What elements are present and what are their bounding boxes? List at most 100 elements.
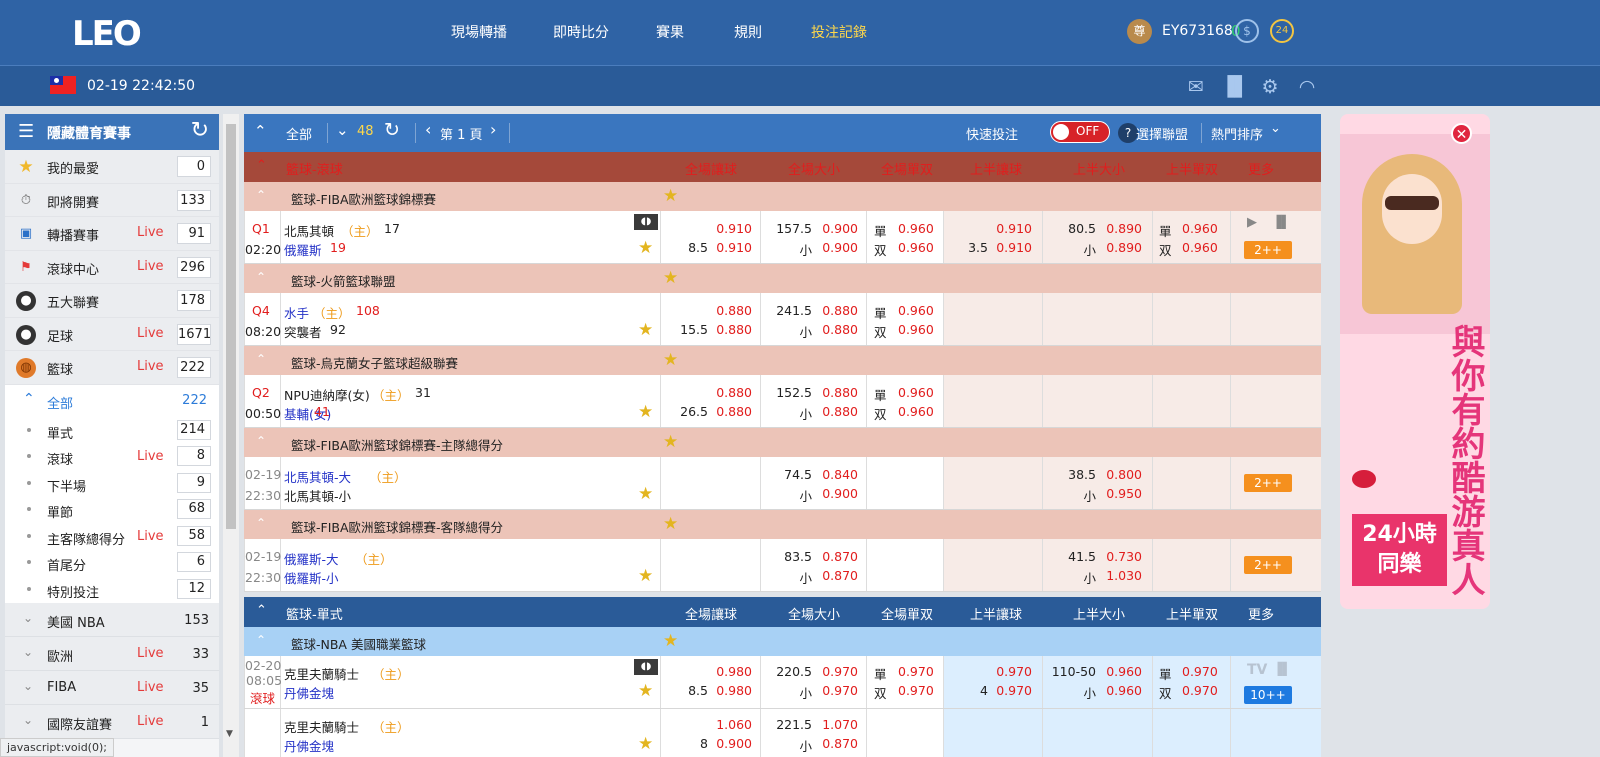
nav-live-score[interactable]: 即時比分: [553, 22, 609, 42]
odds-value[interactable]: 1.070: [822, 717, 858, 732]
odds-value[interactable]: 0.880: [822, 385, 858, 400]
odds-value[interactable]: 0.960: [898, 221, 934, 236]
mail-icon[interactable]: ✉: [1183, 74, 1209, 100]
odds-value[interactable]: 0.890: [1106, 221, 1142, 236]
favorite-star-icon[interactable]: ★: [663, 351, 681, 369]
prev-page-icon[interactable]: ‹: [425, 120, 431, 139]
odds-value[interactable]: 0.960: [898, 404, 934, 419]
sidebar-item-favorites[interactable]: ★ 我的最愛 0: [5, 150, 219, 184]
odds-value[interactable]: 0.900: [822, 221, 858, 236]
collapse-icon[interactable]: ⌃: [256, 434, 266, 448]
favorite-star-icon[interactable]: ★: [663, 433, 681, 451]
odds-value[interactable]: 0.970: [822, 683, 858, 698]
sidebar-sub-item[interactable]: 主客隊總得分 Live 58: [5, 522, 219, 550]
scrollbar[interactable]: ▼: [223, 114, 239, 757]
odds-value[interactable]: 0.970: [1182, 683, 1218, 698]
promo-banner[interactable]: 與你有約酷游真人 24小時 同樂: [1340, 114, 1490, 609]
odds-value[interactable]: 0.970: [822, 664, 858, 679]
odds-value[interactable]: 0.970: [1182, 664, 1218, 679]
league-header[interactable]: ⌃ 籃球-火箭籃球聯盟 ★: [244, 264, 1321, 293]
odds-value[interactable]: 0.880: [716, 322, 752, 337]
odds-value[interactable]: 0.960: [1182, 221, 1218, 236]
support-24-icon[interactable]: 24: [1270, 19, 1294, 43]
currency-icon[interactable]: $: [1235, 19, 1259, 43]
refresh-icon[interactable]: ↻: [384, 119, 400, 141]
sidebar-group-nba[interactable]: ⌄ 美國 NBA 153: [5, 602, 219, 637]
odds-value[interactable]: 0.900: [822, 240, 858, 255]
sidebar-sub-item[interactable]: 特別投注 12: [5, 576, 219, 603]
sidebar-sub-item[interactable]: 首尾分 6: [5, 549, 219, 577]
menu-icon[interactable]: ☰: [18, 121, 34, 142]
sidebar-item-top-leagues[interactable]: ● 五大聯賽 178: [5, 284, 219, 318]
favorite-star-icon[interactable]: ★: [638, 239, 656, 257]
nav-rules[interactable]: 規則: [734, 22, 762, 42]
collapse-icon[interactable]: ⌃: [256, 603, 267, 618]
sidebar-sub-item[interactable]: 滾球 Live 8: [5, 443, 219, 470]
stats-icon[interactable]: ▐▌: [1273, 662, 1291, 676]
more-bets-button[interactable]: 2++: [1244, 474, 1292, 492]
favorite-star-icon[interactable]: ★: [663, 187, 681, 205]
odds-value[interactable]: 0.970: [996, 683, 1032, 698]
odds-value[interactable]: 0.980: [716, 664, 752, 679]
close-icon[interactable]: ✕: [1451, 123, 1472, 144]
sidebar-sub-all[interactable]: ⌃ 全部 222: [5, 384, 219, 417]
odds-value[interactable]: 0.900: [716, 736, 752, 751]
odds-value[interactable]: 0.960: [898, 322, 934, 337]
sidebar-group-europe[interactable]: ⌄ 歐洲 Live 33: [5, 636, 219, 671]
play-icon[interactable]: ▶: [1247, 215, 1257, 230]
collapse-icon[interactable]: ⌃: [256, 633, 266, 647]
odds-value[interactable]: 0.730: [1106, 549, 1142, 564]
odds-value[interactable]: 0.970: [996, 664, 1032, 679]
odds-value[interactable]: 1.060: [716, 717, 752, 732]
league-header[interactable]: ⌃ 籃球-烏克蘭女子籃球超級聯賽 ★: [244, 346, 1321, 375]
favorite-star-icon[interactable]: ★: [663, 269, 681, 287]
odds-value[interactable]: 0.880: [822, 404, 858, 419]
odds-value[interactable]: 0.870: [822, 736, 858, 751]
odds-value[interactable]: 0.880: [716, 404, 752, 419]
odds-value[interactable]: 0.870: [822, 568, 858, 583]
collapse-icon[interactable]: ⌃: [256, 516, 266, 530]
gear-icon[interactable]: ⚙: [1257, 74, 1283, 100]
sidebar-item-inplay[interactable]: ⚑ 滾球中心 Live 296: [5, 250, 219, 284]
league-header[interactable]: ⌃ 籃球-FIBA歐洲籃球錦標賽 ★: [244, 182, 1321, 211]
collapse-icon[interactable]: ⌃: [256, 352, 266, 366]
sidebar-item-upcoming[interactable]: ⏱ 即將開賽 133: [5, 183, 219, 217]
scroll-down-icon[interactable]: ▼: [226, 729, 233, 739]
next-page-icon[interactable]: ›: [490, 120, 496, 139]
sidebar-title[interactable]: 隱藏體育賽事: [47, 123, 131, 143]
odds-value[interactable]: 0.960: [898, 303, 934, 318]
odds-value[interactable]: 0.880: [822, 303, 858, 318]
tv-icon[interactable]: TV: [1247, 662, 1267, 678]
odds-value[interactable]: 1.030: [1106, 568, 1142, 583]
logo[interactable]: LEO: [72, 14, 142, 54]
favorite-star-icon[interactable]: ★: [638, 567, 656, 585]
odds-value[interactable]: 0.960: [898, 385, 934, 400]
odds-value[interactable]: 0.910: [996, 221, 1032, 236]
odds-value[interactable]: 0.840: [822, 467, 858, 482]
favorite-star-icon[interactable]: ★: [663, 515, 681, 533]
odds-value[interactable]: 0.960: [1106, 664, 1142, 679]
collapse-all-icon[interactable]: ⌃: [254, 122, 267, 140]
sort-dropdown[interactable]: 熱門排序: [1211, 124, 1263, 143]
odds-value[interactable]: 0.880: [822, 322, 858, 337]
odds-value[interactable]: 0.960: [1106, 683, 1142, 698]
expand-icon[interactable]: ⌄: [336, 121, 349, 139]
favorite-star-icon[interactable]: ★: [638, 682, 656, 700]
select-league-button[interactable]: 選擇聯盟: [1136, 124, 1188, 143]
taiwan-flag-icon[interactable]: [50, 76, 76, 94]
odds-value[interactable]: 0.910: [716, 221, 752, 236]
court-icon[interactable]: ◖◗: [634, 214, 658, 230]
league-header[interactable]: ⌃ 籃球-FIBA歐洲籃球錦標賽-主隊總得分 ★: [244, 428, 1321, 457]
odds-value[interactable]: 0.880: [716, 385, 752, 400]
odds-value[interactable]: 0.980: [716, 683, 752, 698]
sidebar-sub-item[interactable]: 單式 214: [5, 416, 219, 444]
quick-bet-toggle[interactable]: OFF: [1050, 121, 1110, 143]
odds-value[interactable]: 0.910: [996, 240, 1032, 255]
favorite-star-icon[interactable]: ★: [638, 485, 656, 503]
favorite-star-icon[interactable]: ★: [638, 321, 656, 339]
sidebar-item-basketball[interactable]: ◍ 籃球 Live 222: [5, 351, 219, 385]
more-bets-button[interactable]: 2++: [1244, 241, 1292, 259]
court-icon[interactable]: ◖◗: [634, 659, 658, 675]
scrollbar-thumb[interactable]: [226, 124, 236, 529]
sidebar-group-fiba[interactable]: ⌄ FIBA Live 35: [5, 670, 219, 705]
